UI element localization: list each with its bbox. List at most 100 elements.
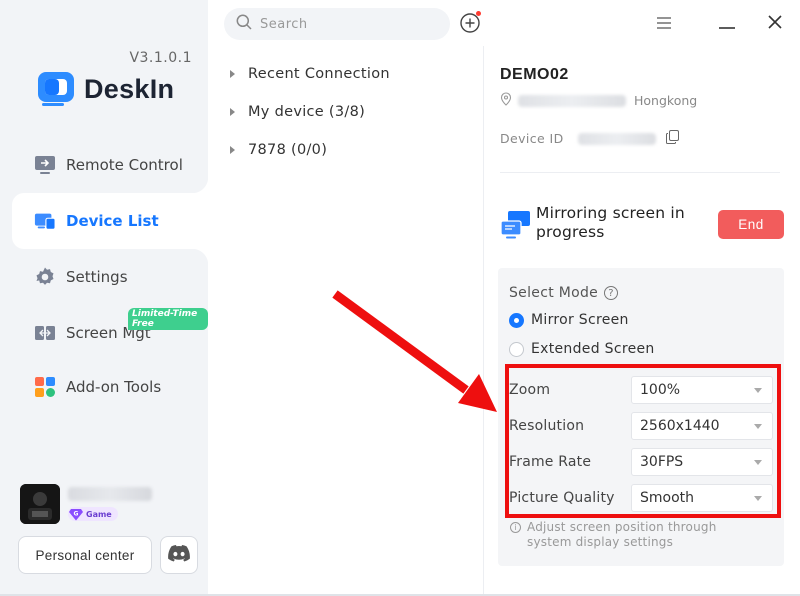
select-mode-label: Select Mode [509,285,599,301]
sidebar-item-add-on-tools[interactable]: Add-on Tools [0,359,208,415]
search-input[interactable] [260,16,430,32]
screen-mgt-icon [34,322,56,344]
frame-rate-setting: Frame Rate 30FPS [509,448,775,476]
zoom-label: Zoom [509,382,551,398]
extended-screen-radio[interactable] [509,341,524,357]
menu-button[interactable] [653,12,675,34]
chevron-down-icon [754,424,762,429]
mirror-screen-radio[interactable] [509,312,524,328]
user-profile[interactable]: G Game [20,484,152,525]
deskin-logo-icon [36,70,76,108]
radio-label: Mirror Screen [531,312,629,328]
chevron-down-icon [754,496,762,501]
game-badge-label: Game [86,509,112,519]
location-pin-icon [500,92,512,109]
user-info: G Game [68,484,152,525]
notification-dot [476,11,481,16]
device-id-redacted [577,132,656,145]
picture-quality-setting: Picture Quality Smooth [509,484,775,512]
select-mode-panel: Select Mode ? Mirror Screen Extended Scr… [498,268,784,566]
expand-arrow-icon [230,108,235,116]
sidebar-item-settings[interactable]: Settings [0,249,208,305]
sidebar-item-remote-control[interactable]: Remote Control [0,137,208,193]
gem-icon: G [68,507,84,521]
sidebar-item-label: Add-on Tools [66,378,162,396]
minimize-icon [719,14,735,33]
device-tree: Recent Connection My device (3/8) 7878 (… [208,46,484,596]
app-logo: DeskIn [36,70,174,108]
info-icon: i [510,522,521,533]
frame-rate-value: 30FPS [640,454,684,470]
resolution-label: Resolution [509,418,585,434]
zoom-setting: Zoom 100% [509,376,775,404]
gem-letter: G [74,510,79,517]
close-icon [768,14,782,33]
mirror-screen-option[interactable]: Mirror Screen [509,312,629,328]
tree-item-my-device[interactable]: My device (3/8) [230,104,365,120]
zoom-select[interactable]: 100% [631,376,773,404]
device-detail-panel: DEMO02 Hongkong Device ID Mirroring scre… [484,46,800,596]
mirroring-status-text: Mirroring screen in progress [536,204,685,241]
search-box[interactable] [224,8,450,40]
sidebar-item-label: Device List [66,212,159,230]
frame-rate-select[interactable]: 30FPS [631,448,773,476]
radio-label: Extended Screen [531,341,655,357]
device-id-label: Device ID [500,131,564,146]
remote-control-icon [34,154,56,176]
brand-name: DeskIn [84,73,175,104]
device-id-row: Device ID [500,130,679,147]
discord-icon [168,545,190,565]
hamburger-icon [657,14,671,33]
deskin-window: V3.1.0.1 DeskIn Remote Control Device Li… [0,0,800,596]
expand-arrow-icon [230,70,235,78]
display-settings-hint: i Adjust screen position through system … [510,520,747,550]
picture-quality-select[interactable]: Smooth [631,484,773,512]
tree-item-group[interactable]: 7878 (0/0) [230,142,327,158]
limited-time-free-badge: Limited-Time Free [128,308,208,330]
picture-quality-label: Picture Quality [509,490,615,506]
plus-circle-icon [459,13,481,38]
zoom-value: 100% [640,382,681,398]
sidebar-item-label: Remote Control [66,156,183,174]
frame-rate-label: Frame Rate [509,454,592,470]
chevron-down-icon [754,460,762,465]
user-name-redacted [68,487,152,501]
chevron-down-icon [754,388,762,393]
close-button[interactable] [764,12,786,34]
extended-screen-option[interactable]: Extended Screen [509,341,655,357]
hint-text: Adjust screen position through system di… [527,520,717,549]
expand-arrow-icon [230,146,235,154]
tree-item-label: My device (3/8) [248,104,366,120]
avatar[interactable] [20,484,60,524]
copy-icon[interactable] [665,130,679,147]
search-icon [236,14,252,34]
resolution-select[interactable]: 2560x1440 [631,412,773,440]
top-bar [208,0,800,46]
ip-address-redacted [518,94,626,107]
select-mode-title: Select Mode ? [509,285,619,301]
resolution-setting: Resolution 2560x1440 [509,412,775,440]
sidebar-item-device-list[interactable]: Device List [12,177,208,265]
mirroring-screen-icon [500,210,532,242]
discord-button[interactable] [160,536,198,574]
mirroring-status: Mirroring screen in progress End [500,202,784,246]
device-list-icon [34,210,56,232]
resolution-value: 2560x1440 [640,418,720,434]
personal-center-button[interactable]: Personal center [18,536,152,574]
tree-item-recent-connection[interactable]: Recent Connection [230,66,390,82]
help-icon[interactable]: ? [604,286,619,300]
sidebar: V3.1.0.1 DeskIn Remote Control Device Li… [0,0,208,596]
picture-quality-value: Smooth [640,490,695,506]
divider [500,172,780,173]
end-mirroring-button[interactable]: End [718,210,784,239]
minimize-button[interactable] [716,12,738,34]
tree-item-label: 7878 (0/0) [248,142,328,158]
device-location: Hongkong [634,93,698,108]
version-label: V3.1.0.1 [129,50,192,66]
sidebar-item-label: Settings [66,268,128,286]
gear-icon [34,266,56,288]
game-badge: G Game [68,507,118,521]
tree-item-label: Recent Connection [248,66,390,82]
location-row: Hongkong [500,92,697,109]
device-name: DEMO02 [500,66,569,83]
